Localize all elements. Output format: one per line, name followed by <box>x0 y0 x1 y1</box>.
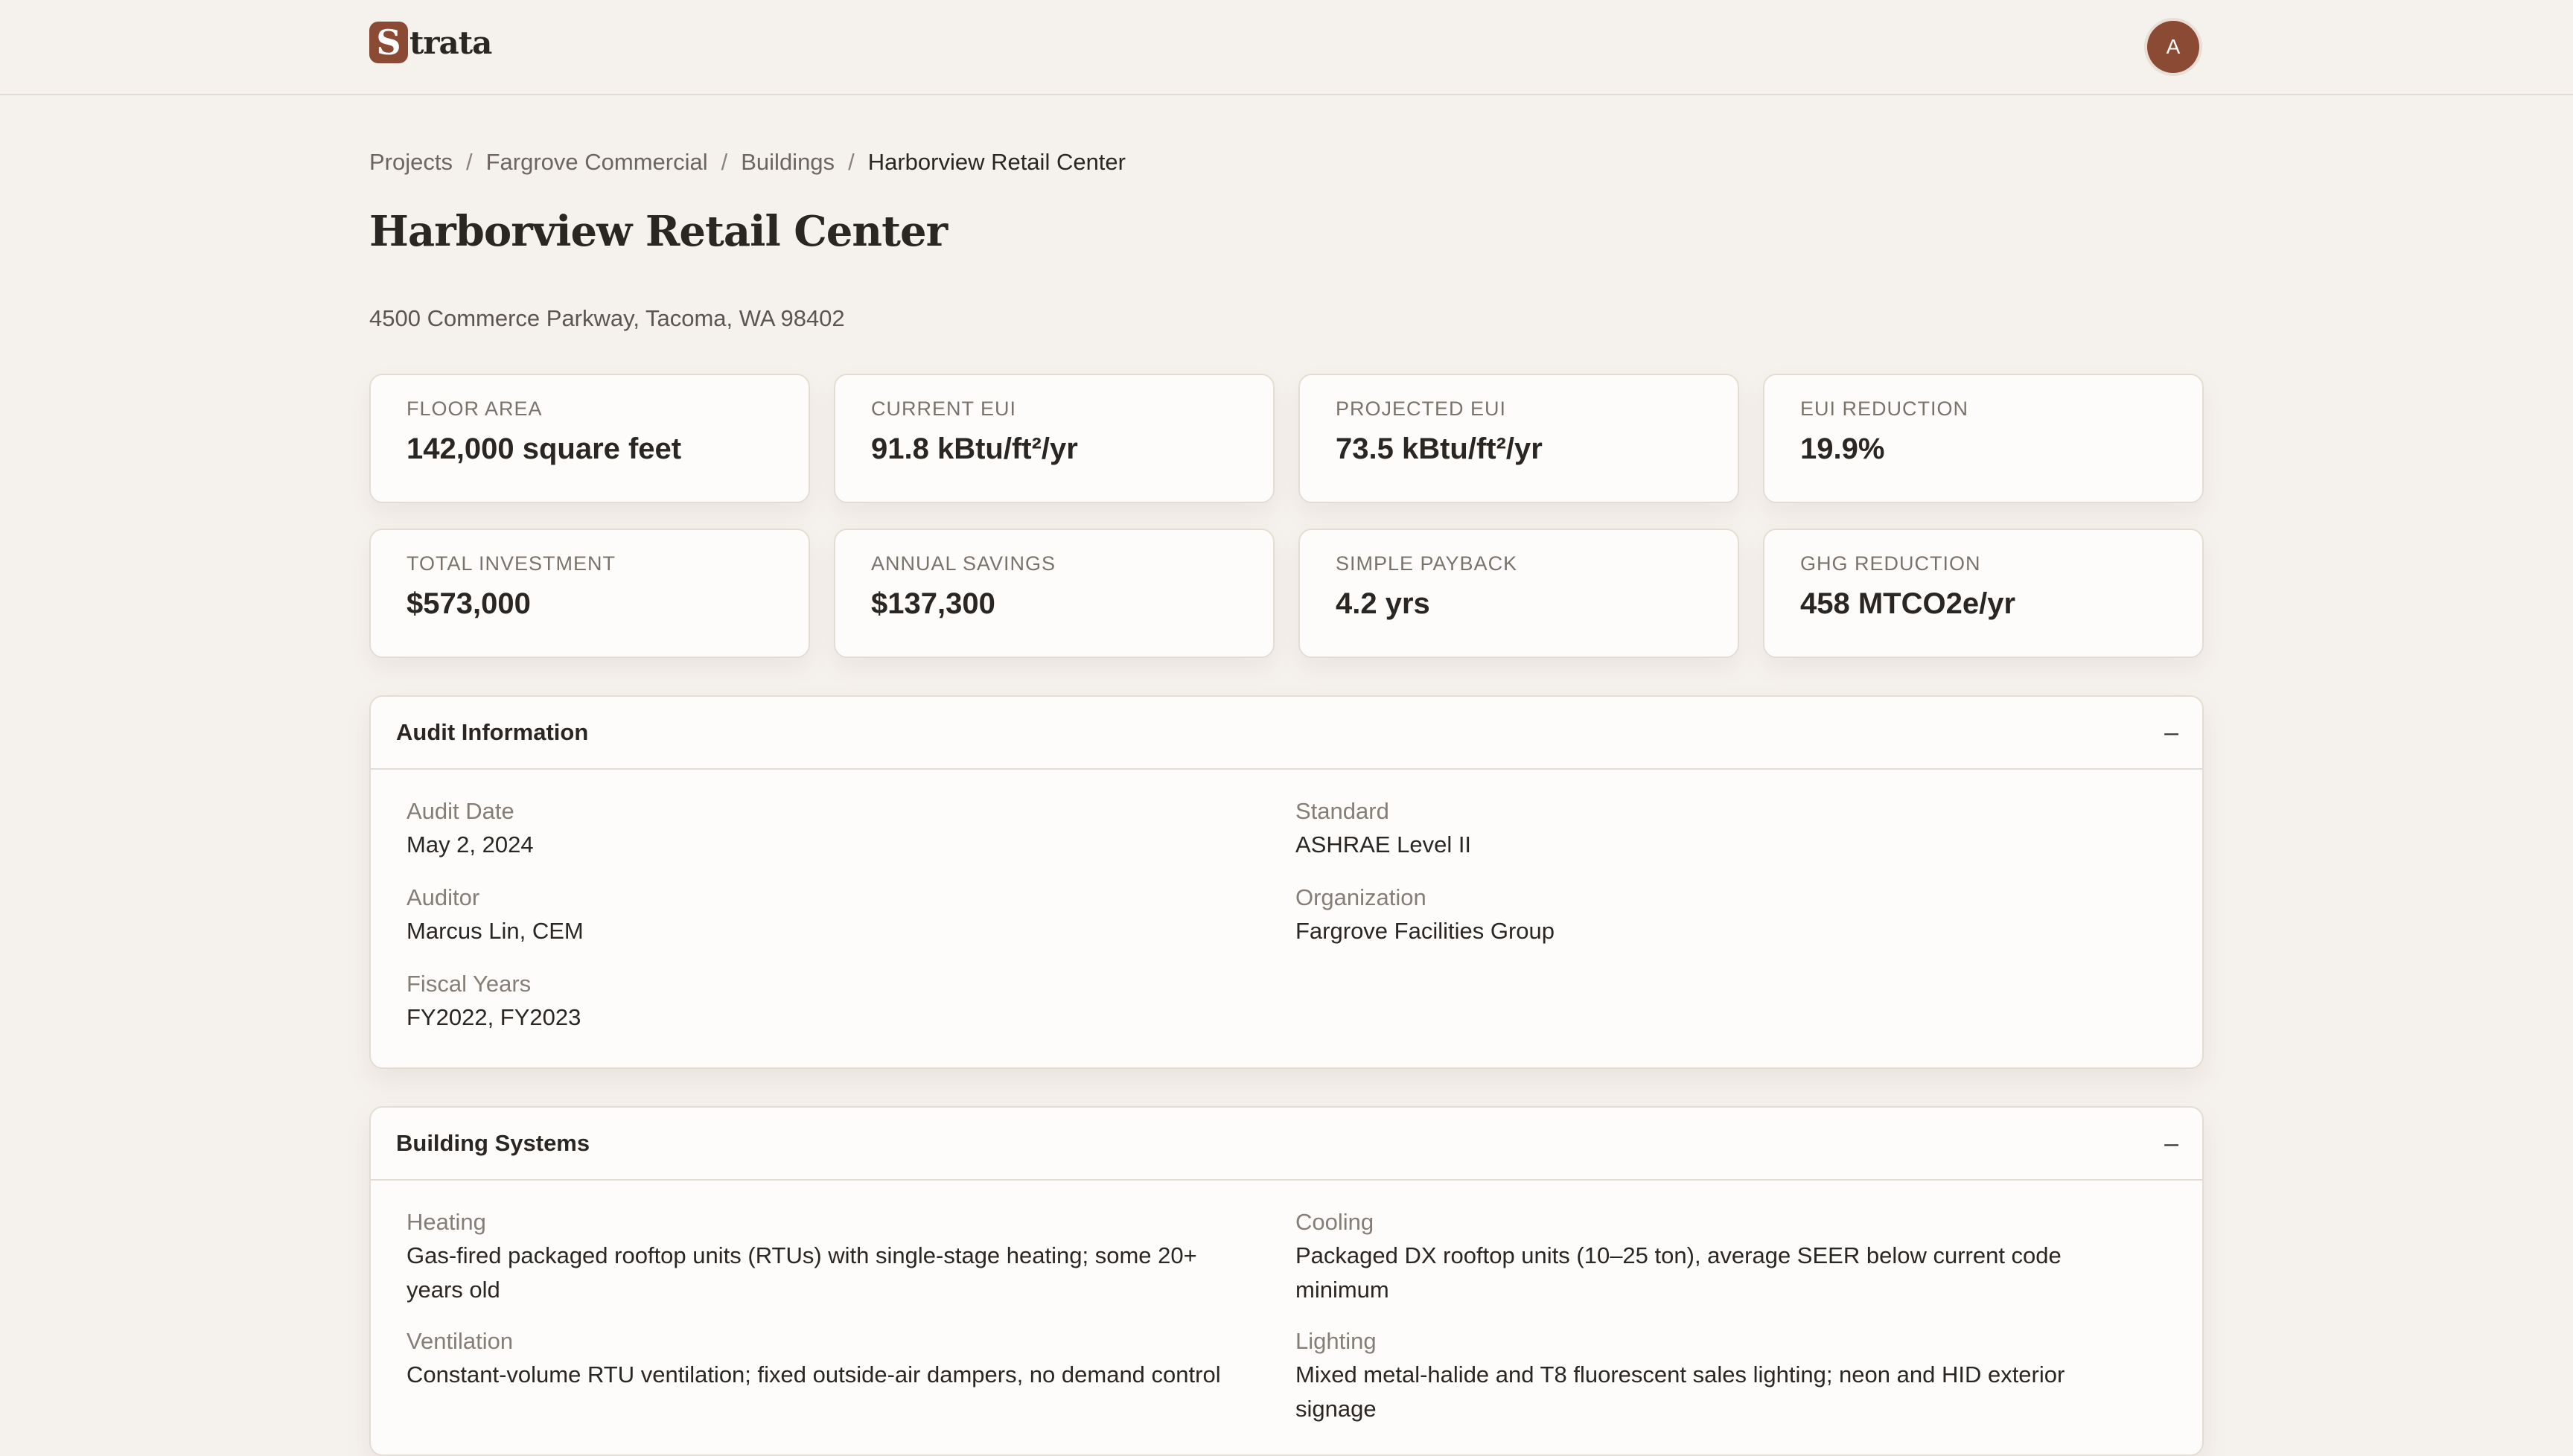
field-label: Audit Date <box>406 798 514 824</box>
field-value: Constant-volume RTU ventilation; fixed o… <box>406 1361 1221 1388</box>
field-label: Ventilation <box>406 1328 514 1354</box>
audit-information-panel: Audit Information – Audit Date May 2, 20… <box>369 695 2204 1069</box>
stat-label: TOTAL INVESTMENT <box>406 552 616 575</box>
field-heating: Heating Gas-fired packaged rooftop units… <box>406 1206 1248 1307</box>
stat-label: FLOOR AREA <box>406 397 543 420</box>
top-bar: S trata A <box>0 0 2573 95</box>
breadcrumb-separator: / <box>721 149 728 175</box>
logo-text: trata <box>409 24 492 61</box>
field-value: Fargrove Facilities Group <box>1295 918 1555 944</box>
field-organization: Organization Fargrove Facilities Group <box>1295 881 1555 948</box>
stat-value: 458 MTCO2e/yr <box>1800 587 2016 620</box>
stat-card-floor-area: FLOOR AREA 142,000 square feet <box>369 374 810 503</box>
stat-value: 4.2 yrs <box>1336 587 1430 620</box>
breadcrumb-separator: / <box>848 149 855 175</box>
stat-value: $137,300 <box>871 587 995 620</box>
stat-value: $573,000 <box>406 587 531 620</box>
field-value: Packaged DX rooftop units (10–25 ton), a… <box>1295 1242 2062 1303</box>
stat-card-annual-savings: ANNUAL SAVINGS $137,300 <box>834 529 1275 658</box>
panel-title: Building Systems <box>396 1130 590 1156</box>
panel-title: Audit Information <box>396 719 589 745</box>
stat-label: GHG REDUCTION <box>1800 552 1981 575</box>
field-standard: Standard ASHRAE Level II <box>1295 795 1471 862</box>
breadcrumb-projects[interactable]: Projects <box>369 149 453 176</box>
page-title: Harborview Retail Center <box>369 207 948 256</box>
field-fiscal-years: Fiscal Years FY2022, FY2023 <box>406 968 581 1035</box>
field-value: Gas-fired packaged rooftop units (RTUs) … <box>406 1242 1197 1303</box>
stat-card-simple-payback: SIMPLE PAYBACK 4.2 yrs <box>1298 529 1739 658</box>
field-label: Cooling <box>1295 1209 1374 1235</box>
breadcrumb-separator: / <box>465 149 473 175</box>
logo-mark: S <box>369 22 408 63</box>
stat-label: CURRENT EUI <box>871 397 1017 420</box>
stat-value: 142,000 square feet <box>406 432 682 465</box>
stat-label: ANNUAL SAVINGS <box>871 552 1056 575</box>
stat-card-current-eui: CURRENT EUI 91.8 kBtu/ft²/yr <box>834 374 1275 503</box>
field-value: May 2, 2024 <box>406 831 534 858</box>
field-audit-date: Audit Date May 2, 2024 <box>406 795 534 862</box>
field-value: Mixed metal-halide and T8 fluorescent sa… <box>1295 1361 2065 1422</box>
field-value: ASHRAE Level II <box>1295 831 1472 858</box>
breadcrumb-project[interactable]: Fargrove Commercial <box>486 149 708 176</box>
stat-card-eui-reduction: EUI REDUCTION 19.9% <box>1763 374 2204 503</box>
field-label: Standard <box>1295 798 1389 824</box>
stat-value: 91.8 kBtu/ft²/yr <box>871 432 1078 465</box>
breadcrumb: Projects / Fargrove Commercial / Buildin… <box>369 146 1126 179</box>
field-lighting: Lighting Mixed metal-halide and T8 fluor… <box>1295 1325 2129 1426</box>
user-avatar[interactable]: A <box>2147 21 2199 73</box>
field-value: Marcus Lin, CEM <box>406 918 584 944</box>
field-label: Fiscal Years <box>406 971 532 997</box>
stat-value: 19.9% <box>1800 432 1885 465</box>
stat-card-ghg-reduction: GHG REDUCTION 458 MTCO2e/yr <box>1763 529 2204 658</box>
field-label: Organization <box>1295 884 1426 910</box>
breadcrumb-current: Harborview Retail Center <box>867 149 1126 175</box>
building-systems-panel: Building Systems – Heating Gas-fired pac… <box>369 1106 2204 1456</box>
field-cooling: Cooling Packaged DX rooftop units (10–25… <box>1295 1206 2129 1307</box>
stat-label: PROJECTED EUI <box>1336 397 1507 420</box>
app-logo[interactable]: S trata <box>369 21 492 64</box>
building-address: 4500 Commerce Parkway, Tacoma, WA 98402 <box>369 305 845 331</box>
stat-value: 73.5 kBtu/ft²/yr <box>1336 432 1543 465</box>
stat-label: SIMPLE PAYBACK <box>1336 552 1518 575</box>
stat-card-total-investment: TOTAL INVESTMENT $573,000 <box>369 529 810 658</box>
audit-information-header[interactable]: Audit Information – <box>371 697 2202 770</box>
collapse-icon[interactable]: – <box>2164 718 2178 747</box>
stat-card-projected-eui: PROJECTED EUI 73.5 kBtu/ft²/yr <box>1298 374 1739 503</box>
field-auditor: Auditor Marcus Lin, CEM <box>406 881 584 948</box>
collapse-icon[interactable]: – <box>2164 1129 2178 1158</box>
field-label: Lighting <box>1295 1328 1377 1354</box>
field-label: Heating <box>406 1209 486 1235</box>
stat-label: EUI REDUCTION <box>1800 397 1969 420</box>
building-systems-header[interactable]: Building Systems – <box>371 1108 2202 1181</box>
field-label: Auditor <box>406 884 480 910</box>
field-ventilation: Ventilation Constant-volume RTU ventilat… <box>406 1325 1285 1392</box>
breadcrumb-buildings[interactable]: Buildings <box>741 149 835 176</box>
field-value: FY2022, FY2023 <box>406 1004 581 1030</box>
